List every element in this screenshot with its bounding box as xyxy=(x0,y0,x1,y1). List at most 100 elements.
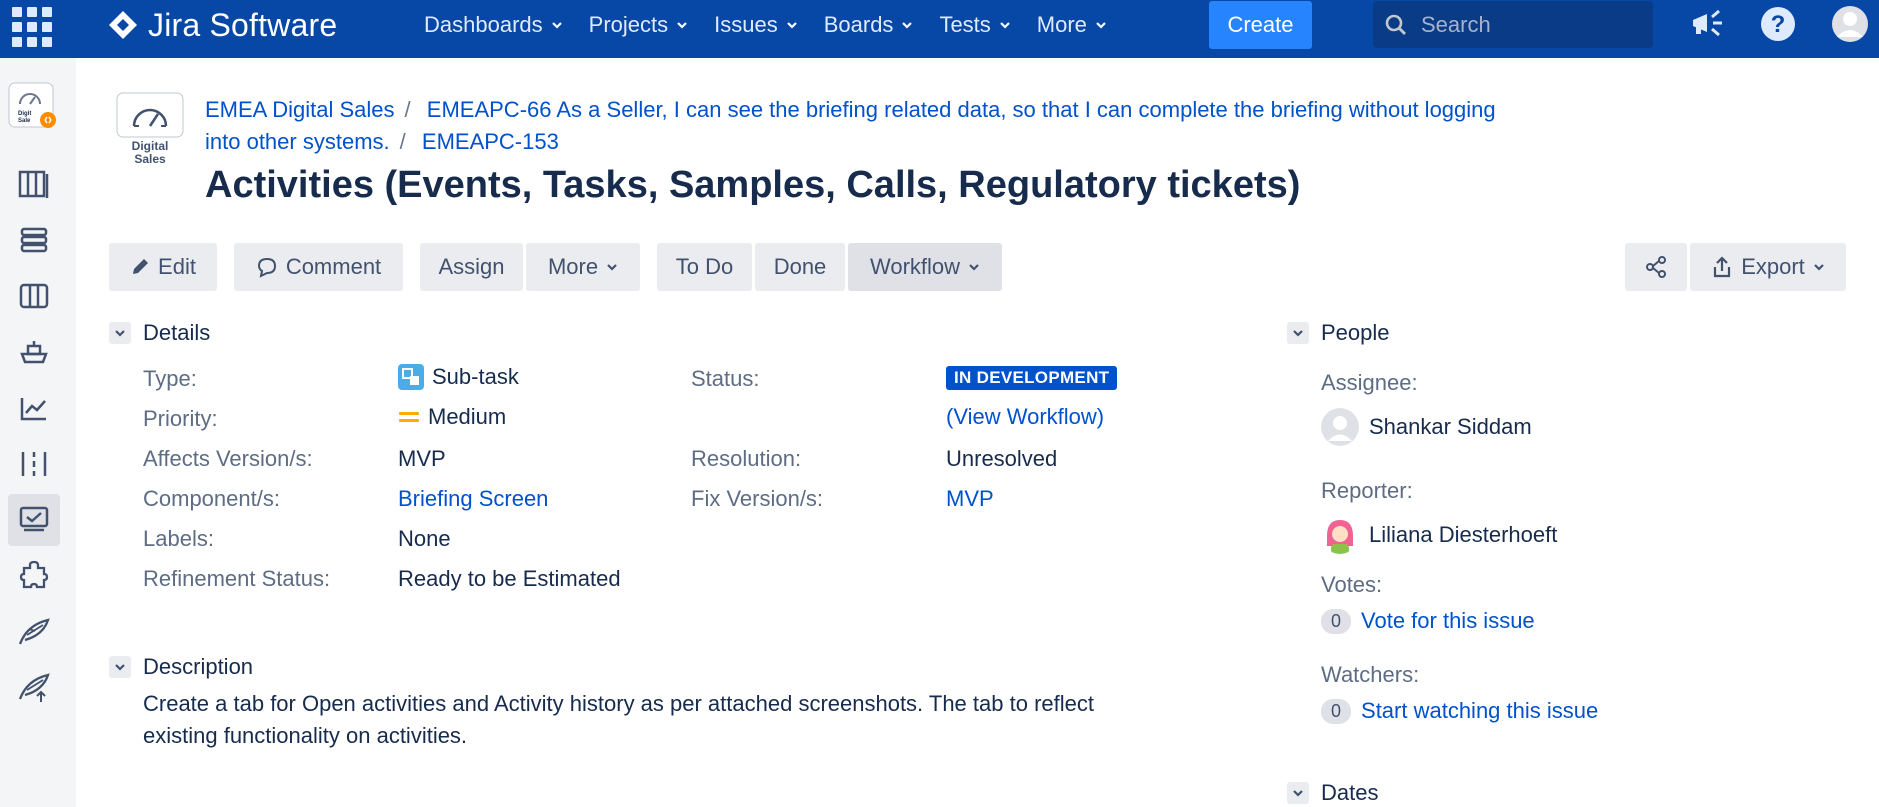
search-icon xyxy=(1385,14,1406,35)
nav-boards[interactable]: Boards xyxy=(824,12,914,38)
people-heading: People xyxy=(1321,320,1390,345)
dates-section-header[interactable]: Dates xyxy=(1287,780,1378,806)
chevron-down-icon xyxy=(1000,22,1010,29)
view-workflow-link[interactable]: View Workflow xyxy=(953,404,1096,430)
backlog-icon[interactable] xyxy=(8,158,60,210)
status-label: Status: xyxy=(691,366,760,391)
paren: ( xyxy=(946,404,954,429)
jira-logo-icon xyxy=(109,11,137,39)
jira-logo[interactable]: Jira Software xyxy=(108,6,337,44)
nav-projects[interactable]: Projects xyxy=(589,12,688,38)
user-avatar-icon[interactable] xyxy=(1831,5,1869,43)
project-avatar-text: Sales xyxy=(134,152,166,166)
nav-issues[interactable]: Issues xyxy=(714,12,798,38)
chevron-down-icon xyxy=(1814,264,1824,271)
details-heading: Details xyxy=(143,320,211,345)
nav-tests[interactable]: Tests xyxy=(939,12,1010,38)
project-avatar[interactable]: Digital Sales xyxy=(116,92,184,172)
priority-medium-icon xyxy=(399,412,419,422)
nav-label: Projects xyxy=(588,12,669,37)
app-switcher-icon[interactable] xyxy=(9,4,52,47)
component-link[interactable]: Briefing Screen xyxy=(398,486,548,512)
to-do-button[interactable]: To Do xyxy=(657,243,752,291)
breadcrumb-parent-issue-cont[interactable]: into other systems. xyxy=(205,129,390,154)
issue-title[interactable]: Activities (Events, Tasks, Samples, Call… xyxy=(205,164,1300,207)
chevron-down-icon xyxy=(786,22,797,29)
done-button[interactable]: Done xyxy=(755,243,845,291)
feather-icon[interactable] xyxy=(8,606,60,658)
resolution-value: Unresolved xyxy=(946,446,1058,471)
chevron-down-icon xyxy=(1096,22,1106,29)
announcement-icon[interactable] xyxy=(1688,5,1726,43)
search-box[interactable] xyxy=(1373,1,1653,48)
logo-text: Jira Software xyxy=(148,6,338,43)
project-mini-avatar[interactable]: Digit Sale xyxy=(8,82,56,130)
more-button[interactable]: More xyxy=(526,243,640,291)
nav-more[interactable]: More xyxy=(1037,12,1107,38)
vote-link[interactable]: Vote for this issue xyxy=(1361,608,1535,634)
watchers-label: Watchers: xyxy=(1321,662,1420,687)
subtask-icon xyxy=(398,364,424,390)
breadcrumb-issue-key[interactable]: EMEAPC-153 xyxy=(422,129,559,154)
add-ons-icon[interactable] xyxy=(8,550,60,602)
nav-label: Dashboards xyxy=(424,12,543,37)
reporter-label: Reporter: xyxy=(1321,478,1413,503)
top-navigation: Jira Software Dashboards Projects Issues… xyxy=(0,0,1879,58)
reporter[interactable]: Liliana Diesterhoeft xyxy=(1321,516,1557,554)
labels-value: None xyxy=(398,526,451,551)
pencil-icon xyxy=(133,259,149,274)
assign-button[interactable]: Assign xyxy=(420,243,523,291)
workflow-button[interactable]: Workflow xyxy=(848,243,1002,291)
priority-value: Medium xyxy=(398,404,506,430)
fix-version-link[interactable]: MVP xyxy=(946,486,994,512)
chevron-down-icon[interactable] xyxy=(1287,782,1309,804)
releases-icon[interactable] xyxy=(8,326,60,378)
chart-icon[interactable] xyxy=(8,382,60,434)
reporter-name: Liliana Diesterhoeft xyxy=(1369,522,1558,547)
comment-button[interactable]: Comment xyxy=(234,243,403,291)
chevron-down-icon xyxy=(969,264,979,271)
assignee-name: Shankar Siddam xyxy=(1369,414,1532,439)
refinement-status-label: Refinement Status: xyxy=(143,566,331,591)
comment-icon xyxy=(257,257,276,278)
svg-text:?: ? xyxy=(1771,11,1786,38)
status-lozenge: IN DEVELOPMENT xyxy=(946,366,1118,390)
edit-button[interactable]: Edit xyxy=(109,243,217,291)
paren: ) xyxy=(1096,404,1105,429)
feather-upload-icon[interactable] xyxy=(8,662,60,714)
issues-icon[interactable] xyxy=(8,494,60,546)
type-label: Type: xyxy=(143,366,197,391)
nav-dashboards[interactable]: Dashboards xyxy=(424,12,563,38)
board-icon[interactable] xyxy=(8,270,60,322)
chevron-down-icon xyxy=(677,22,687,29)
chevron-down-icon[interactable] xyxy=(1287,322,1309,344)
svg-text:Digit: Digit xyxy=(18,111,31,117)
chevron-down-icon[interactable] xyxy=(109,322,131,344)
fix-version-label: Fix Version/s: xyxy=(691,486,824,511)
export-icon xyxy=(1714,256,1731,278)
watch-link[interactable]: Start watching this issue xyxy=(1361,698,1598,724)
people-section-header[interactable]: People xyxy=(1287,320,1390,346)
dates-heading: Dates xyxy=(1321,780,1379,805)
more-label: More xyxy=(547,254,599,279)
details-section-header[interactable]: Details xyxy=(109,320,210,346)
create-button[interactable]: Create xyxy=(1209,1,1312,49)
nav-label: More xyxy=(1036,12,1087,37)
reports-icon[interactable] xyxy=(8,214,60,266)
chevron-down-icon[interactable] xyxy=(109,656,131,678)
refinement-status-value: Ready to be Estimated xyxy=(398,566,621,591)
votes-count: 0 xyxy=(1321,608,1352,634)
assignee[interactable]: Shankar Siddam xyxy=(1321,408,1532,446)
breadcrumb-parent-issue[interactable]: EMEAPC-66 As a Seller, I can see the bri… xyxy=(427,97,1496,122)
description-body[interactable]: Create a tab for Open activities and Act… xyxy=(143,688,1143,752)
components-icon[interactable] xyxy=(8,438,60,490)
search-input[interactable] xyxy=(1421,11,1621,38)
description-section-header[interactable]: Description xyxy=(109,654,253,680)
breadcrumb: EMEA Digital Sales / EMEAPC-66 As a Selle… xyxy=(205,94,1645,158)
votes-label: Votes: xyxy=(1321,572,1383,597)
help-icon[interactable]: ? xyxy=(1759,5,1797,43)
assignee-avatar xyxy=(1321,408,1359,446)
export-button[interactable]: Export xyxy=(1690,243,1846,291)
breadcrumb-project[interactable]: EMEA Digital Sales xyxy=(205,97,395,122)
share-button[interactable] xyxy=(1625,243,1687,291)
